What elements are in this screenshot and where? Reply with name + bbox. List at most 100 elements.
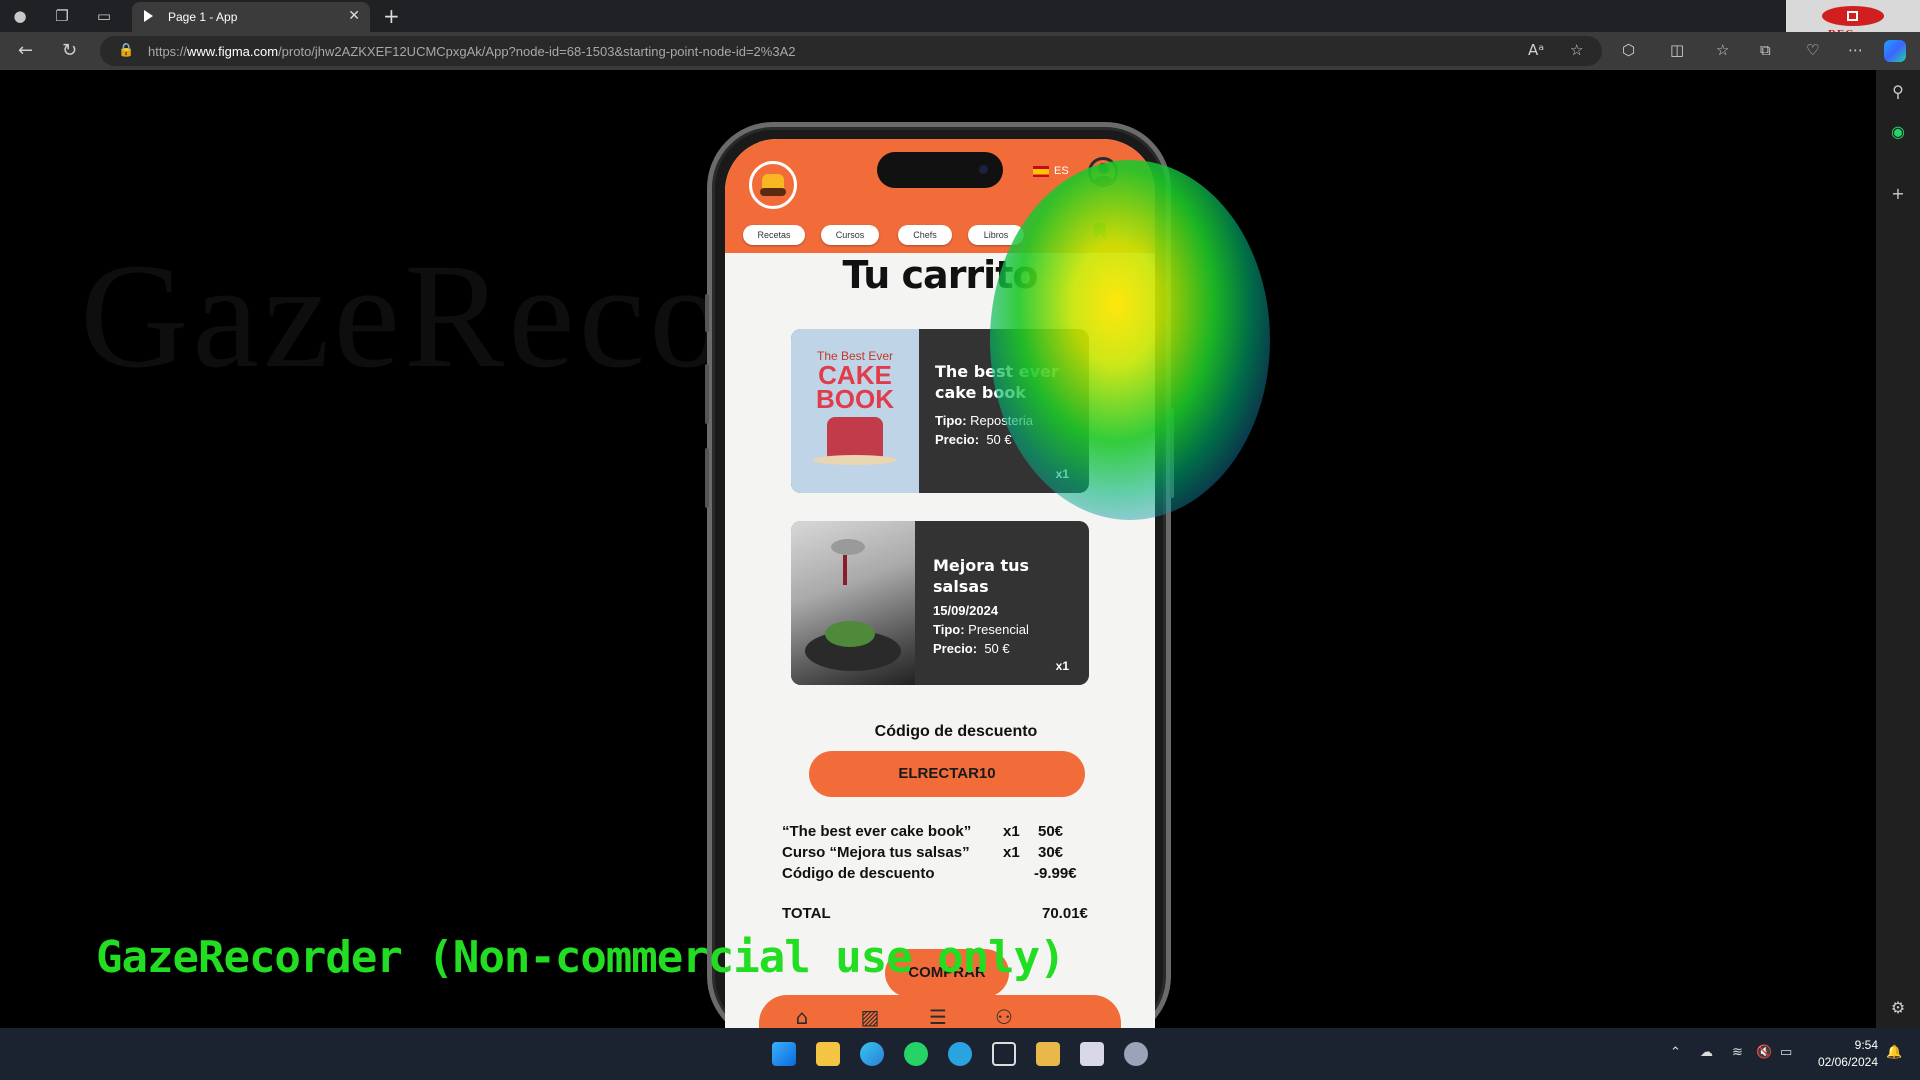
telegram-icon[interactable] (948, 1042, 972, 1066)
start-icon[interactable] (772, 1042, 796, 1066)
type-label: Tipo: (935, 413, 967, 428)
summary-label: Curso “Mejora tus salsas” (782, 844, 970, 861)
spoon-illustration (831, 539, 865, 555)
read-aloud-icon[interactable]: Aᵃ (1528, 41, 1544, 59)
volume-muted-icon[interactable]: 🔇 (1756, 1045, 1772, 1060)
home-icon[interactable]: ⌂ (789, 1005, 815, 1029)
page-title: Tu carrito (842, 253, 1039, 297)
tab-title: Page 1 - App (168, 10, 238, 24)
summary-qty: x1 (1003, 823, 1020, 840)
notifications-icon[interactable]: 🔔 (1886, 1045, 1902, 1060)
battery-icon[interactable]: ▭ (1780, 1045, 1792, 1060)
total-row: TOTAL 70.01€ (782, 905, 1112, 922)
copilot-icon[interactable] (1884, 40, 1906, 62)
language-label: ES (1054, 165, 1069, 177)
lock-icon[interactable]: 🔒 (118, 43, 134, 58)
tab-page-1-app[interactable]: Page 1 - App ✕ (132, 2, 370, 32)
browser-tab-bar: ● ❐ ▭ Page 1 - App ✕ + ─ ✕ (0, 0, 1920, 32)
url-text[interactable]: https://www.figma.com/proto/jhw2AZKXEF12… (148, 44, 795, 59)
app-logo[interactable] (749, 161, 797, 209)
back-icon[interactable]: ← (18, 40, 33, 61)
clock-time: 9:54 (1854, 1038, 1878, 1052)
summary-row: Curso “Mejora tus salsas” x1 30€ (782, 844, 1112, 865)
search-icon[interactable]: ⚲ (1888, 82, 1908, 102)
summary-label: Código de descuento (782, 865, 935, 882)
profile-icon[interactable]: ● (10, 6, 30, 26)
package-icon[interactable] (992, 1042, 1016, 1066)
edge-sidebar: ⚲ ◉ + ⚙ (1876, 70, 1920, 1028)
item-name: Mejora tus salsas (933, 556, 1030, 596)
cart-icon[interactable]: 🛒 (1117, 221, 1139, 242)
file-explorer-icon[interactable] (816, 1042, 840, 1066)
windows-taskbar: ⌃ ☁ ≋ 🔇 ▭ 9:54 02/06/2024 🔔 (0, 1028, 1920, 1080)
app-icon[interactable] (1036, 1042, 1060, 1066)
rec-stop-icon (1847, 11, 1858, 21)
bookmark-icon[interactable] (1094, 223, 1106, 239)
edge-icon[interactable] (860, 1042, 884, 1066)
price-label: Precio: (933, 641, 978, 656)
discount-code-label: Código de descuento (874, 723, 1038, 740)
clock-date: 02/06/2024 (1817, 1055, 1878, 1069)
item-name: The best ever cake book (935, 362, 1059, 402)
cover-title: CAKE BOOK (816, 360, 894, 414)
user-account-icon[interactable] (1088, 157, 1118, 187)
favorites-icon[interactable]: ☆ (1716, 41, 1729, 59)
gazerecorder-watermark: GazeRecorder (Non-commercial use only) (96, 932, 1066, 983)
nav-pill-cursos[interactable]: Cursos (821, 225, 879, 245)
more-menu-icon[interactable]: ⋯ (1848, 41, 1863, 59)
mustache-icon (760, 188, 786, 196)
dynamic-island (877, 152, 1003, 188)
item-type: Reposteria (970, 413, 1034, 428)
bottom-nav-bar: ⌂ ▨ ☰ ⚇ (759, 995, 1121, 1029)
gallery-icon[interactable]: ▨ (857, 1005, 883, 1029)
list-icon[interactable]: ☰ (925, 1005, 951, 1029)
cake-illustration (827, 417, 883, 457)
close-tab-icon[interactable]: ✕ (348, 8, 360, 24)
book-cover-image: The Best Ever CAKE BOOK (791, 329, 919, 493)
onedrive-icon[interactable]: ☁ (1700, 1045, 1713, 1060)
discount-code-field[interactable]: ELRECTAR10 (809, 751, 1085, 797)
vertical-tabs-icon[interactable]: ▭ (94, 6, 114, 26)
spain-flag-icon (1033, 165, 1049, 177)
settings-gear-icon[interactable]: ⚙ (1888, 998, 1908, 1018)
performance-icon[interactable]: ♡ (1806, 41, 1819, 59)
extensions-icon[interactable]: ⬡ (1622, 41, 1635, 59)
cart-item-info: The best ever cake book Tipo: Reposteria… (935, 361, 1075, 447)
tray-chevron-icon[interactable]: ⌃ (1670, 1045, 1681, 1060)
type-label: Tipo: (933, 622, 965, 637)
language-selector[interactable]: ES (1033, 165, 1069, 177)
split-screen-icon[interactable]: ◫ (1670, 41, 1684, 59)
notepad-icon[interactable] (1080, 1042, 1104, 1066)
item-date: 15/09/2024 (933, 603, 999, 618)
new-tab-button[interactable]: + (383, 4, 400, 28)
nav-pill-recetas[interactable]: Recetas (743, 225, 805, 245)
summary-row: Código de descuento -9.99€ (782, 865, 1112, 886)
cart-item-card[interactable]: The Best Ever CAKE BOOK The best ever ca… (791, 329, 1089, 493)
figma-play-icon (144, 10, 153, 22)
nav-pill-chefs[interactable]: Chefs (898, 225, 952, 245)
profile-nav-icon[interactable]: ⚇ (991, 1005, 1017, 1029)
clock[interactable]: 9:54 02/06/2024 (1800, 1037, 1878, 1071)
collections-icon[interactable]: ⧉ (1760, 41, 1771, 59)
nav-pill-libros[interactable]: Libros (968, 225, 1024, 245)
add-sidebar-app-icon[interactable]: + (1888, 184, 1908, 204)
whatsapp-icon[interactable]: ◉ (1888, 122, 1908, 142)
cart-item-card[interactable]: Mejora tus salsas 15/09/2024 Tipo: Prese… (791, 521, 1089, 685)
phone-volume-button (705, 448, 709, 508)
app-header: ES Recetas Cursos Chefs Libros 🛒 (725, 139, 1155, 253)
plate-illustration (813, 455, 897, 465)
url-field[interactable]: 🔒 https://www.figma.com/proto/jhw2AZKXEF… (100, 36, 1602, 66)
total-value: 70.01€ (1042, 905, 1088, 922)
workspaces-icon[interactable]: ❐ (52, 6, 72, 26)
whatsapp-taskbar-icon[interactable] (904, 1042, 928, 1066)
wifi-icon[interactable]: ≋ (1732, 1045, 1743, 1060)
address-bar-row: ← ↻ 🔒 https://www.figma.com/proto/jhw2AZ… (0, 32, 1920, 70)
refresh-icon[interactable]: ↻ (62, 40, 77, 61)
favorite-star-icon[interactable]: ☆ (1570, 41, 1583, 59)
item-price: 50 € (984, 641, 1010, 656)
summary-value: 50€ (1038, 823, 1064, 840)
item-quantity: x1 (1055, 659, 1069, 673)
gazerecorder-taskbar-icon[interactable] (1124, 1042, 1148, 1066)
sauce-drip-illustration (843, 555, 847, 585)
summary-row: “The best ever cake book” x1 50€ (782, 823, 1112, 844)
